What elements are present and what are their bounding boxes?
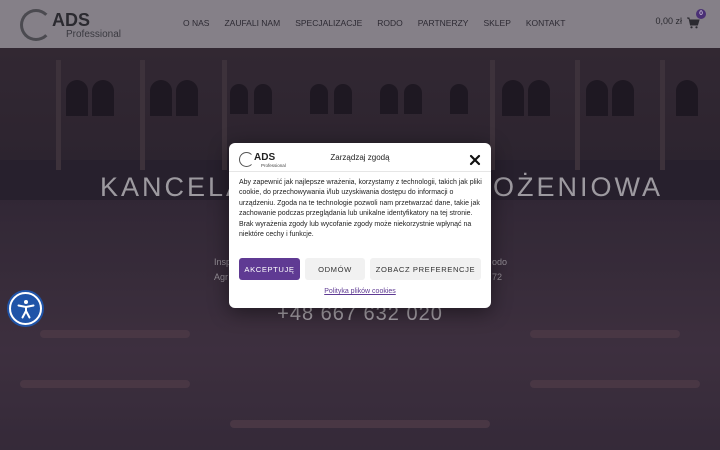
hero-title-right: OŻENIOWA	[493, 172, 663, 202]
nav-item-o-nas[interactable]: O NAS	[183, 18, 209, 28]
modal-divider	[229, 171, 491, 172]
nav-item-specjalizacje[interactable]: SPECJALIZACJE	[295, 18, 362, 28]
modal-body-text: Aby zapewnić jak najlepsze wrażenia, kor…	[239, 179, 482, 239]
modal-title: Zarządzaj zgodą	[330, 153, 390, 162]
deny-button[interactable]: ODMÓW	[305, 258, 365, 280]
nav-item-sklep[interactable]: SKLEP	[483, 18, 510, 28]
hero-line-1-right: odo	[492, 257, 508, 267]
site-logo[interactable]: ADS Professional	[20, 8, 130, 42]
close-icon	[469, 154, 481, 166]
nav-item-zaufali-nam[interactable]: ZAUFALI NAM	[224, 18, 280, 28]
logo-text: ADS	[52, 10, 91, 30]
modal-logo-subtext: Professional	[261, 163, 286, 168]
nav-item-rodo[interactable]: RODO	[377, 18, 403, 28]
cart-button[interactable]: 0,00 zł 0	[655, 9, 706, 29]
hero-line-2-left: Agr	[214, 272, 229, 282]
nav-item-partnerzy[interactable]: PARTNERZY	[418, 18, 469, 28]
site-header: ADS Professional O NAS ZAUFALI NAM SPECJ…	[0, 0, 720, 48]
logo-ring-icon	[20, 9, 52, 41]
cookie-consent-modal: ADS Professional Zarządzaj zgodą Aby zap…	[229, 143, 491, 308]
cart-price: 0,00 zł	[655, 16, 682, 26]
accessibility-icon	[17, 299, 34, 318]
main-nav: O NAS ZAUFALI NAM SPECJALIZACJE RODO PAR…	[183, 18, 580, 28]
close-button[interactable]	[469, 151, 481, 166]
cookie-policy-link[interactable]: Polityka plików cookies	[229, 288, 491, 295]
cart-count-badge: 0	[696, 9, 706, 19]
accept-button[interactable]: AKCEPTUJĘ	[239, 258, 300, 280]
nav-item-kontakt[interactable]: KONTAKT	[526, 18, 566, 28]
hero-line-2-right: 72	[492, 272, 503, 282]
accessibility-button[interactable]	[9, 292, 42, 325]
logo-subtext: Professional	[66, 29, 122, 40]
view-preferences-button[interactable]: ZOBACZ PREFERENCJE	[370, 258, 481, 280]
cart-icon: 0	[686, 9, 706, 29]
